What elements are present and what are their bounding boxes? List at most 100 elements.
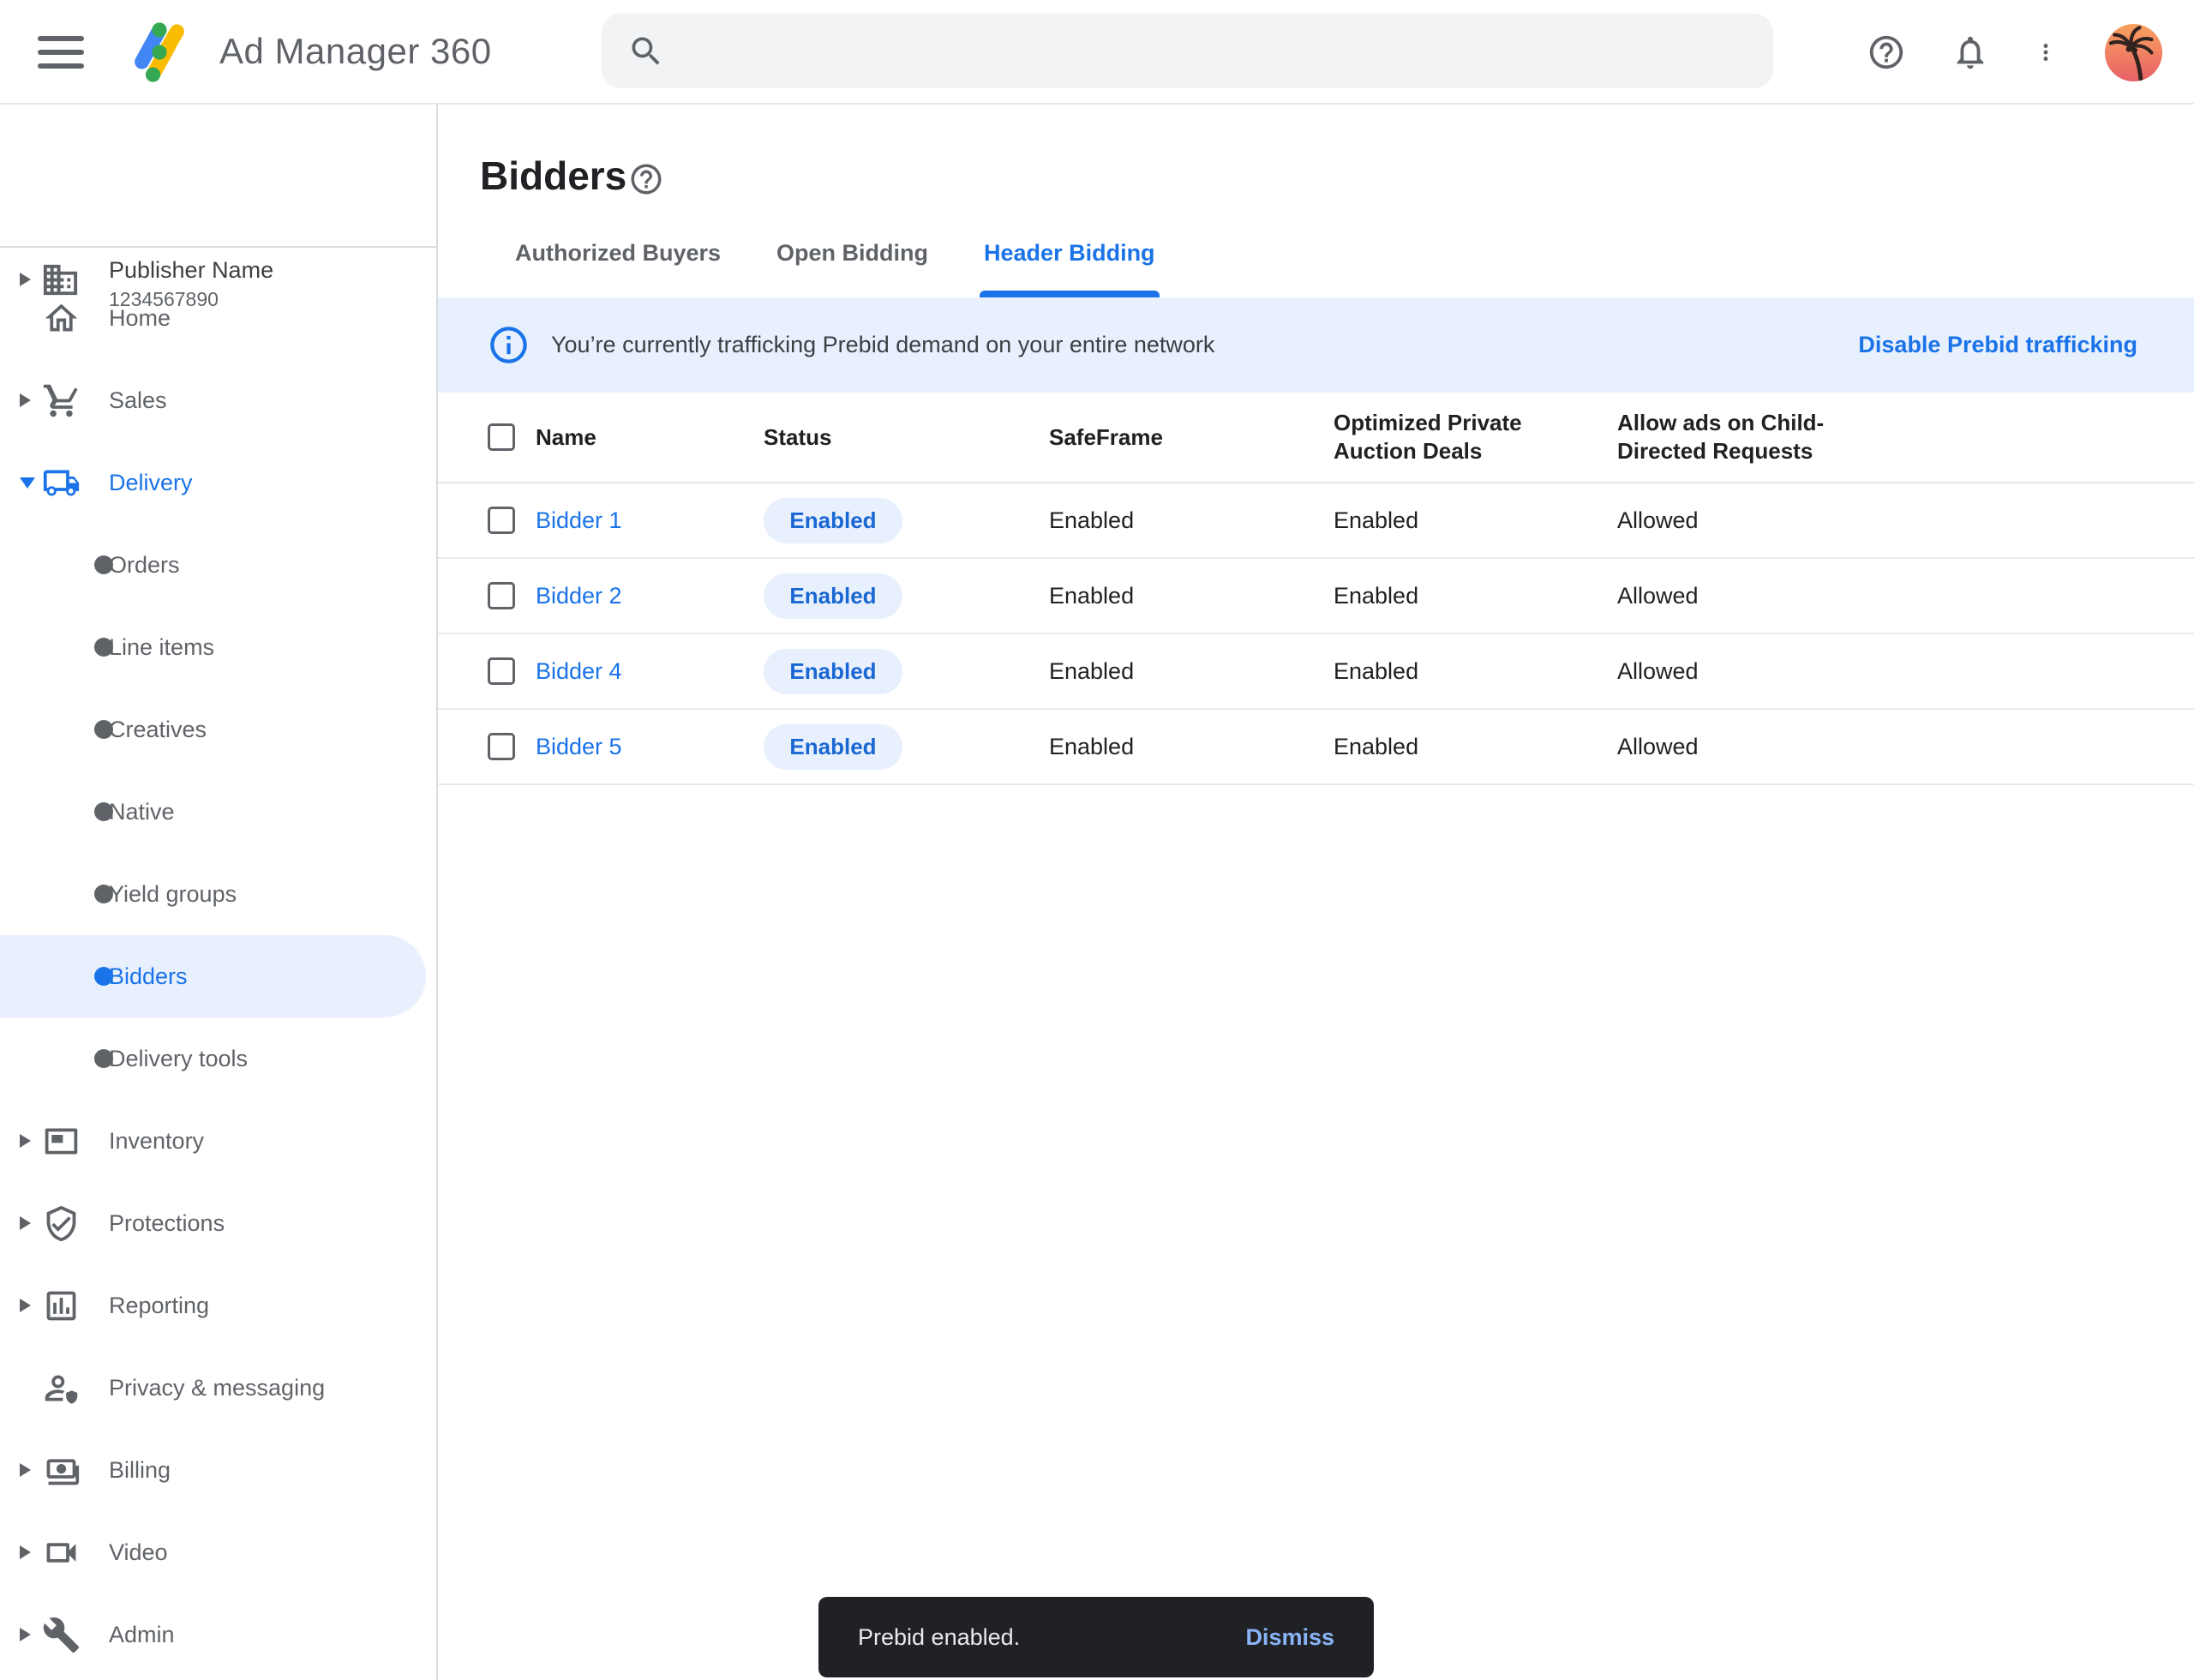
sidebar-items: Home Sales Delivery Orders Line items Cr…: [0, 277, 438, 1676]
sidebar-item-label: Privacy & messaging: [109, 1375, 325, 1401]
main-content: Bidders Authorized Buyers Open Bidding Hea…: [438, 105, 2194, 1680]
optimized-private-auction-deals-value: Enabled: [1334, 658, 1617, 685]
sidebar-item-protections[interactable]: Protections: [0, 1182, 426, 1264]
optimized-private-auction-deals-value: Enabled: [1334, 507, 1617, 534]
home-icon: [42, 299, 81, 338]
bullet-icon: [42, 875, 81, 914]
expand-caret-icon[interactable]: [20, 1463, 31, 1477]
active-tab-indicator: [980, 291, 1160, 297]
page-help-icon[interactable]: [628, 161, 664, 197]
child-directed-value: Allowed: [1617, 507, 2194, 534]
row-checkbox[interactable]: [488, 657, 515, 685]
sidebar-item-admin[interactable]: Admin: [0, 1593, 426, 1676]
expand-caret-icon[interactable]: [20, 393, 31, 407]
sidebar-item-label: Reporting: [109, 1293, 209, 1319]
bidders-table: Name Status SafeFrame Optimized Private …: [438, 393, 2194, 785]
sidebar-item-reporting[interactable]: Reporting: [0, 1264, 426, 1347]
more-vert-icon[interactable]: [2033, 33, 2059, 72]
table-row: Bidder 4 Enabled Enabled Enabled Allowed: [438, 634, 2194, 710]
sidebar-item-bidders[interactable]: Bidders: [0, 935, 426, 1017]
bullet-icon: [42, 711, 81, 749]
top-app-bar: Ad Manager 360: [0, 0, 2194, 105]
child-directed-value: Allowed: [1617, 583, 2194, 609]
sidebar-item-inventory[interactable]: Inventory: [0, 1100, 426, 1182]
sidebar-item-privacy-and-messaging[interactable]: Privacy & messaging: [0, 1347, 426, 1429]
wrench-icon: [42, 1616, 81, 1654]
row-checkbox[interactable]: [488, 582, 515, 609]
toast-message: Prebid enabled.: [858, 1624, 1245, 1651]
bidder-name-link[interactable]: Bidder 1: [536, 507, 622, 533]
optimized-private-auction-deals-value: Enabled: [1334, 734, 1617, 760]
child-directed-value: Allowed: [1617, 658, 2194, 685]
safeframe-value: Enabled: [1049, 658, 1334, 685]
expand-caret-icon[interactable]: [20, 1545, 31, 1559]
expand-caret-icon[interactable]: [20, 1216, 31, 1230]
tab-header-bidding[interactable]: Header Bidding: [984, 240, 1155, 297]
tab-open-bidding[interactable]: Open Bidding: [776, 240, 928, 297]
tab-label: Authorized Buyers: [515, 240, 721, 267]
expand-caret-icon[interactable]: [20, 1299, 31, 1312]
help-icon[interactable]: [1867, 33, 1906, 72]
bidder-name-link[interactable]: Bidder 5: [536, 734, 622, 759]
sidebar-item-label: Billing: [109, 1457, 171, 1484]
row-checkbox[interactable]: [488, 733, 515, 760]
sidebar-item-sales[interactable]: Sales: [0, 359, 426, 441]
bullet-icon: [42, 957, 81, 996]
sidebar-item-video[interactable]: Video: [0, 1511, 426, 1593]
notifications-icon[interactable]: [1951, 33, 1990, 72]
tab-label: Open Bidding: [776, 240, 928, 267]
expand-caret-icon[interactable]: [20, 1134, 31, 1148]
account-avatar[interactable]: [2105, 24, 2162, 81]
row-checkbox[interactable]: [488, 507, 515, 534]
cart-icon: [42, 381, 81, 420]
page-header: Bidders: [438, 105, 2194, 240]
column-header-allow-ads-child-directed: Allow ads on Child-Directed Requests: [1617, 409, 1831, 465]
disable-prebid-trafficking-link[interactable]: Disable Prebid trafficking: [1858, 332, 2137, 358]
sidebar-item-delivery[interactable]: Delivery: [0, 441, 426, 524]
sidebar-item-billing[interactable]: Billing: [0, 1429, 426, 1511]
publisher-switcher[interactable]: Publisher Name 1234567890: [0, 105, 436, 247]
sidebar-item-native[interactable]: Native: [0, 771, 426, 853]
sidebar-item-label: Protections: [109, 1210, 225, 1237]
shield-check-icon: [42, 1204, 81, 1243]
sidebar-item-label: Line items: [109, 634, 214, 661]
bullet-icon: [42, 793, 81, 831]
safeframe-value: Enabled: [1049, 507, 1334, 534]
tab-authorized-buyers[interactable]: Authorized Buyers: [515, 240, 721, 297]
table-row: Bidder 5 Enabled Enabled Enabled Allowed: [438, 710, 2194, 785]
truck-icon: [42, 464, 81, 502]
videocam-icon: [42, 1533, 81, 1572]
person-shield-icon: [42, 1369, 81, 1407]
payments-icon: [42, 1451, 81, 1490]
info-icon: [487, 323, 531, 367]
table-row: Bidder 2 Enabled Enabled Enabled Allowed: [438, 559, 2194, 634]
bullet-icon: [42, 546, 81, 585]
sidebar-item-label: Sales: [109, 387, 167, 414]
ad-manager-logo-icon: [126, 17, 193, 87]
sidebar-item-creatives[interactable]: Creatives: [0, 688, 426, 771]
sidebar-item-yield-groups[interactable]: Yield groups: [0, 853, 426, 935]
product-name: Ad Manager 360: [219, 31, 492, 72]
table-body: Bidder 1 Enabled Enabled Enabled Allowed…: [438, 483, 2194, 785]
search-input[interactable]: [682, 37, 1773, 66]
search-icon: [627, 33, 665, 70]
tab-label: Header Bidding: [984, 240, 1155, 267]
hamburger-menu-icon[interactable]: [38, 36, 84, 69]
sidebar-item-label: Orders: [109, 552, 180, 579]
sidebar-item-line-items[interactable]: Line items: [0, 606, 426, 688]
status-badge: Enabled: [764, 573, 902, 619]
column-header-optimized-private-auction-deals: Optimized Private Auction Deals: [1334, 409, 1548, 465]
snackbar-toast: Prebid enabled. Dismiss: [818, 1597, 1374, 1677]
sidebar-item-home[interactable]: Home: [0, 277, 426, 359]
bidder-name-link[interactable]: Bidder 4: [536, 658, 622, 684]
search-bar[interactable]: [602, 14, 1773, 88]
sidebar-item-orders[interactable]: Orders: [0, 524, 426, 606]
expand-caret-icon[interactable]: [20, 1628, 31, 1641]
sidebar-item-delivery-tools[interactable]: Delivery tools: [0, 1017, 426, 1100]
dismiss-button[interactable]: Dismiss: [1245, 1624, 1334, 1651]
select-all-checkbox[interactable]: [488, 423, 515, 451]
expand-caret-icon[interactable]: [20, 477, 35, 489]
table-row: Bidder 1 Enabled Enabled Enabled Allowed: [438, 483, 2194, 559]
bidder-name-link[interactable]: Bidder 2: [536, 583, 622, 609]
safeframe-value: Enabled: [1049, 734, 1334, 760]
